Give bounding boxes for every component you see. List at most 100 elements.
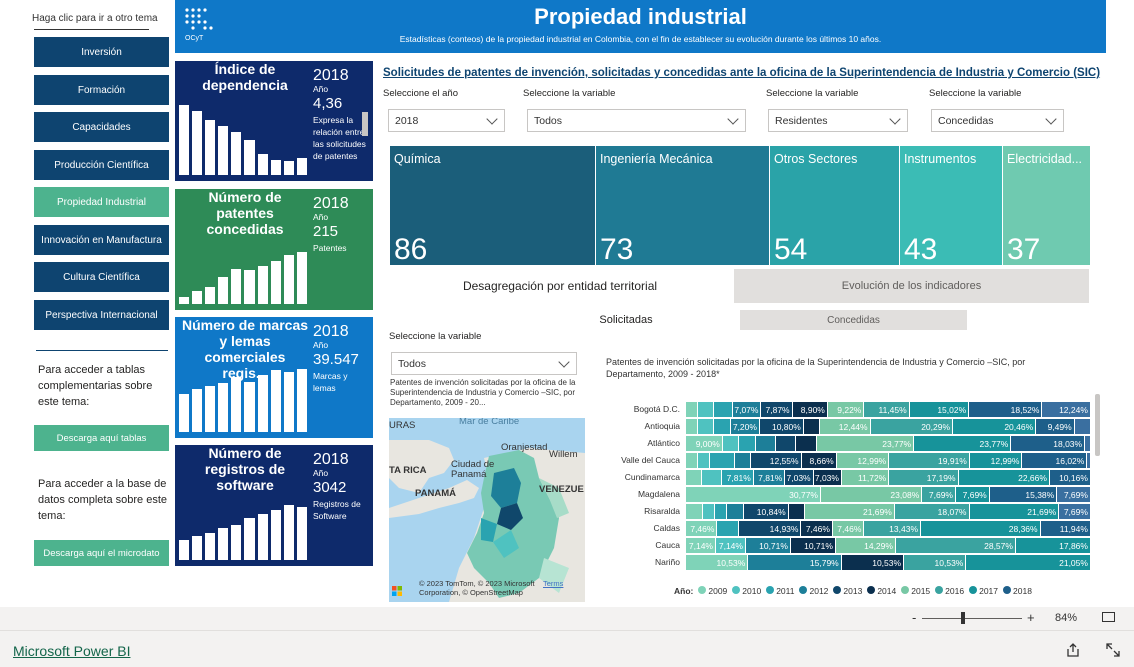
- bar-segment[interactable]: 18,03%: [1011, 436, 1086, 451]
- bar-segment[interactable]: 21,69%: [805, 504, 895, 519]
- bar-segment[interactable]: [1074, 419, 1091, 434]
- department-map[interactable]: URAS Mar de Caribe Oranjestad Willem TA …: [389, 418, 585, 602]
- bar-segment[interactable]: [702, 504, 715, 519]
- zoom-slider-track[interactable]: [922, 618, 1022, 619]
- zoom-slider-handle[interactable]: [961, 612, 965, 624]
- legend-item[interactable]: 2015: [901, 586, 930, 596]
- nav-item-cultura-científica[interactable]: Cultura Científica: [34, 262, 169, 292]
- treemap-tile-instrumentos[interactable]: Instrumentos 43: [900, 146, 1002, 266]
- bar-row[interactable]: 10,53% 15,79% 10,53% 10,53% 21,05%: [686, 555, 1091, 570]
- bar-segment[interactable]: 7,20%: [730, 419, 760, 434]
- bar-segment[interactable]: 10,53%: [686, 555, 749, 570]
- bar-segment[interactable]: 19,91%: [889, 453, 970, 468]
- bar-segment[interactable]: 12,44%: [820, 419, 871, 434]
- bar-segment[interactable]: 20,29%: [870, 419, 954, 434]
- treemap-tile-quimica[interactable]: Química 86: [390, 146, 595, 266]
- bar-segment[interactable]: 7,87%: [761, 402, 793, 417]
- nav-item-innovación-en-manufactura[interactable]: Innovación en Manufactura: [34, 225, 169, 255]
- bar-segment[interactable]: 7,81%: [753, 470, 786, 485]
- download-tables-button[interactable]: Descarga aquí tablas: [34, 425, 169, 451]
- bar-segment[interactable]: 7,46%: [686, 521, 718, 536]
- legend-item[interactable]: 2010: [732, 586, 761, 596]
- bar-segment[interactable]: [714, 504, 728, 519]
- bar-segment[interactable]: [717, 521, 739, 536]
- variable-dropdown[interactable]: Todos: [527, 109, 746, 132]
- bar-segment[interactable]: 7,69%: [922, 487, 956, 502]
- download-microdata-button[interactable]: Descarga aquí el microdato: [34, 540, 169, 566]
- bar-segment[interactable]: 7,69%: [1059, 504, 1091, 519]
- bar-segment[interactable]: 10,71%: [745, 538, 791, 553]
- bar-segment[interactable]: 17,19%: [889, 470, 959, 485]
- bar-segment[interactable]: 7,46%: [801, 521, 833, 536]
- bar-segment[interactable]: 16,02%: [1022, 453, 1088, 468]
- bar-segment[interactable]: [722, 436, 740, 451]
- subtab-concedidas[interactable]: Concedidas: [740, 310, 967, 330]
- bar-segment[interactable]: 11,94%: [1040, 521, 1091, 536]
- bar-segment[interactable]: 22,66%: [958, 470, 1050, 485]
- bar-segment[interactable]: 23,77%: [914, 436, 1012, 451]
- zoom-out-icon[interactable]: -: [912, 610, 916, 625]
- bar-segment[interactable]: [713, 402, 734, 417]
- bar-segment[interactable]: 10,53%: [904, 555, 967, 570]
- tab-evolucion[interactable]: Evolución de los indicadores: [734, 269, 1089, 303]
- bar-segment[interactable]: 28,36%: [921, 521, 1041, 536]
- map-terms-link[interactable]: Terms: [543, 579, 563, 588]
- bar-segment[interactable]: 9,00%: [686, 436, 723, 451]
- legend-item[interactable]: 2009: [698, 586, 727, 596]
- bar-segment[interactable]: 15,79%: [748, 555, 842, 570]
- legend-item[interactable]: 2011: [766, 586, 794, 596]
- bar-row[interactable]: 30,77% 23,08% 7,69% 7,69% 15,38% 7,69%: [686, 487, 1091, 502]
- bar-row[interactable]: 7,20% 10,80% 12,44% 20,29% 20,46% 9,49%: [686, 419, 1091, 434]
- bar-segment[interactable]: 7,03%: [813, 470, 842, 485]
- bar-segment[interactable]: 14,93%: [738, 521, 802, 536]
- bar-segment[interactable]: 12,99%: [969, 453, 1023, 468]
- bar-segment[interactable]: 7,14%: [715, 538, 746, 553]
- bar-segment[interactable]: 11,72%: [841, 470, 890, 485]
- map-variable-dropdown[interactable]: Todos: [391, 352, 577, 375]
- tab-territorial[interactable]: Desagregación por entidad territorial: [390, 269, 730, 303]
- subtab-solicitadas[interactable]: Solicitadas: [560, 310, 692, 330]
- bar-segment[interactable]: 12,55%: [750, 453, 802, 468]
- bar-row[interactable]: 12,55% 8,66% 12,99% 19,91% 12,99% 16,02%: [686, 453, 1091, 468]
- legend-item[interactable]: 2016: [935, 586, 964, 596]
- card-scrollbar[interactable]: [362, 112, 368, 136]
- bar-segment[interactable]: 10,53%: [841, 555, 905, 570]
- bar-segment[interactable]: 7,69%: [956, 487, 990, 502]
- bar-segment[interactable]: 11,45%: [864, 402, 910, 417]
- bar-segment[interactable]: 7,69%: [1057, 487, 1091, 502]
- powerbi-brand-link[interactable]: Microsoft Power BI: [13, 643, 130, 659]
- treemap-tile-ingenieria-mecanica[interactable]: Ingeniería Mecánica 73: [596, 146, 769, 266]
- bar-segment[interactable]: [686, 419, 699, 434]
- kpi-card[interactable]: Índice de dependencia 2018 Año 4,36 Expresa …: [175, 61, 373, 181]
- bar-segment[interactable]: 10,84%: [743, 504, 789, 519]
- bar-segment[interactable]: [734, 453, 751, 468]
- bar-segment[interactable]: 23,08%: [821, 487, 923, 502]
- legend-item[interactable]: 2012: [799, 586, 828, 596]
- legend-item[interactable]: 2017: [969, 586, 998, 596]
- bar-segment[interactable]: [714, 419, 731, 434]
- bar-segment[interactable]: [686, 470, 703, 485]
- nav-item-perspectiva-internacional[interactable]: Perspectiva Internacional: [34, 300, 169, 330]
- bar-segment[interactable]: [803, 419, 821, 434]
- bar-row[interactable]: 9,00% 23,77% 23,77% 18,03%: [686, 436, 1091, 451]
- bar-row[interactable]: 7,14% 7,14% 10,71% 10,71% 14,29% 28,57% 17,86%: [686, 538, 1091, 553]
- bar-segment[interactable]: [686, 402, 698, 417]
- bar-segment[interactable]: 28,57%: [895, 538, 1016, 553]
- chart-scrollbar[interactable]: [1095, 394, 1100, 456]
- bar-segment[interactable]: [1085, 436, 1091, 451]
- bar-row[interactable]: 7,46% 14,93% 7,46% 7,46% 13,43% 28,36% 11,94%: [686, 521, 1091, 536]
- bar-segment[interactable]: [739, 436, 756, 451]
- bar-segment[interactable]: [755, 436, 776, 451]
- bar-segment[interactable]: 10,71%: [790, 538, 836, 553]
- bar-segment[interactable]: 9,22%: [827, 402, 865, 417]
- bar-segment[interactable]: 10,16%: [1049, 470, 1091, 485]
- fit-to-page-icon[interactable]: [1102, 612, 1115, 622]
- status-dropdown[interactable]: Concedidas: [931, 109, 1064, 132]
- treemap-tile-electricidad[interactable]: Electricidad... 37: [1003, 146, 1090, 266]
- bar-segment[interactable]: [702, 470, 723, 485]
- bar-segment[interactable]: 7,46%: [832, 521, 865, 536]
- bar-segment[interactable]: 15,02%: [909, 402, 970, 417]
- bar-segment[interactable]: 7,14%: [686, 538, 716, 553]
- bar-segment[interactable]: 18,52%: [969, 402, 1043, 417]
- bar-segment[interactable]: 8,90%: [792, 402, 828, 417]
